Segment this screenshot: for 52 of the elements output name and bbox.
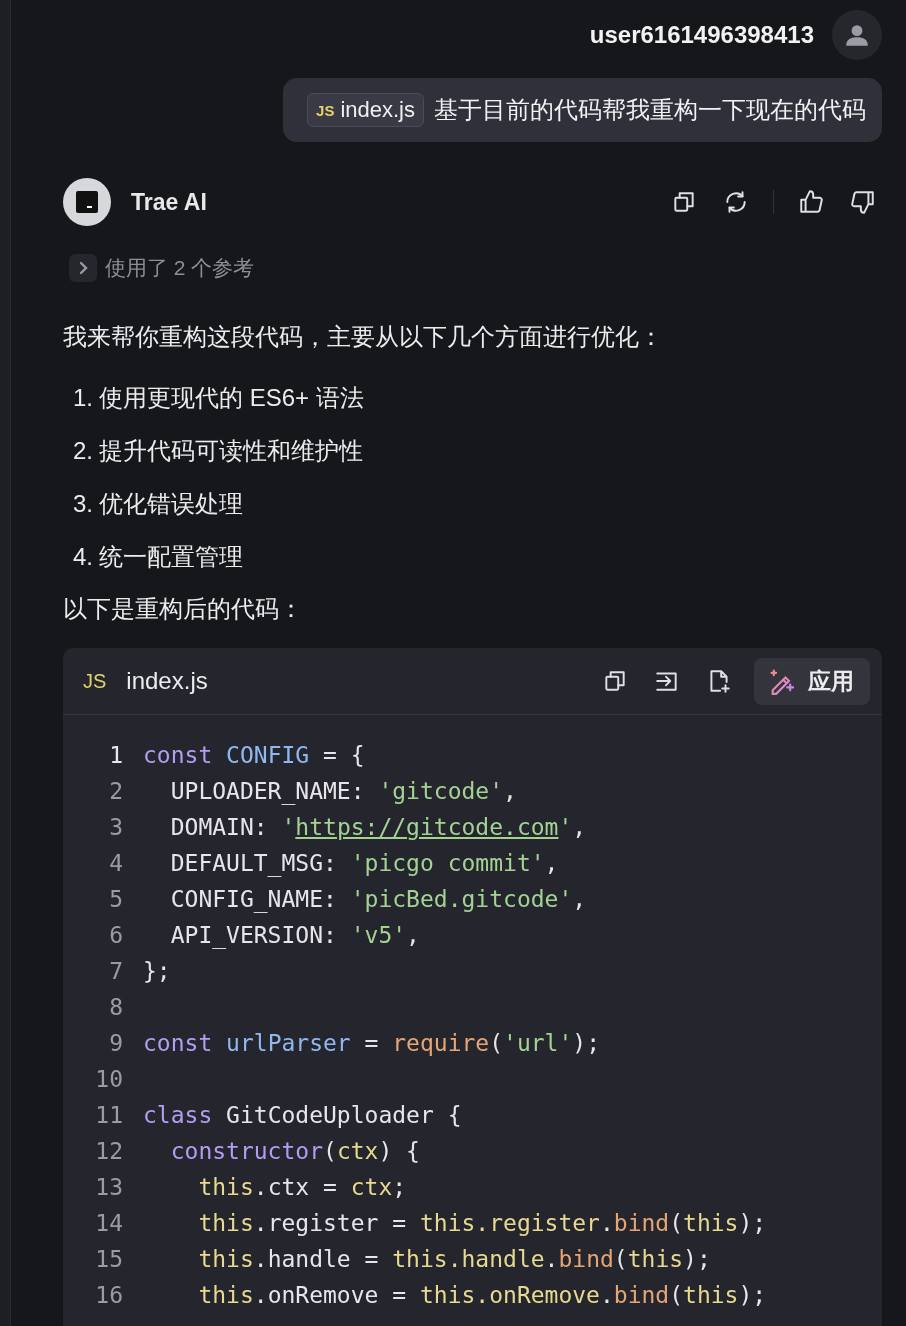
- line-number: 1: [108, 742, 123, 768]
- list-item: 2. 提升代码可读性和维护性: [73, 436, 364, 466]
- copy-icon: [602, 668, 628, 694]
- list-item: 1. 使用更现代的 ES6+ 语法: [73, 383, 365, 413]
- code-line: UPLOADER_NAME: 'gitcode',: [169, 778, 517, 804]
- line-number: 4: [108, 850, 123, 876]
- code-line: DEFAULT_MSG: 'picgo commit',: [169, 850, 559, 876]
- line-number: 16: [94, 1282, 123, 1308]
- code-line: DOMAIN: 'https://gitcode.com',: [169, 814, 587, 840]
- list-item: 3. 优化错误处理: [73, 489, 244, 519]
- intro-text: 我来帮你重构这段代码，主要从以下几个方面进行优化：: [63, 322, 664, 352]
- js-file-icon: JS: [83, 669, 107, 693]
- code-line: this.register = this.register.bind(this);: [197, 1210, 767, 1236]
- line-number: 6: [108, 922, 123, 948]
- code-line: this.ctx = ctx;: [197, 1174, 407, 1200]
- line-number: 14: [94, 1210, 123, 1236]
- code-line: };: [143, 958, 171, 984]
- line-number: 13: [94, 1174, 123, 1200]
- line-number: 10: [94, 1066, 123, 1092]
- thumbs-up-icon: [798, 189, 824, 215]
- thumbs-down-icon: [850, 189, 876, 215]
- magic-pen-icon: [768, 667, 796, 695]
- line-number: 8: [108, 994, 123, 1020]
- outro-text: 以下是重构后的代码：: [63, 594, 304, 624]
- assistant-name: Trae AI: [131, 188, 208, 216]
- user-message-text: 基于目前的代码帮我重构一下现在的代码: [434, 95, 866, 125]
- code-line: this.handle = this.handle.bind(this);: [197, 1246, 711, 1272]
- code-line: constructor(ctx) {: [169, 1138, 420, 1164]
- list-item: 4. 统一配置管理: [73, 542, 244, 572]
- code-line: class GitCodeUploader {: [143, 1102, 462, 1128]
- code-line: this.onRemove = this.onRemove.bind(this);: [197, 1282, 767, 1308]
- code-line: API_VERSION: 'v5',: [169, 922, 420, 948]
- line-number: 5: [108, 886, 123, 912]
- line-number: 11: [94, 1102, 123, 1128]
- code-line: const CONFIG = {: [143, 742, 365, 768]
- apply-button[interactable]: 应用: [754, 657, 870, 705]
- references-toggle[interactable]: 使用了 2 个参考: [63, 254, 255, 282]
- file-attachment-chip[interactable]: JS index.js: [307, 93, 424, 127]
- code-line: CONFIG_NAME: 'picBed.gitcode',: [169, 886, 587, 912]
- line-number: 12: [94, 1138, 123, 1164]
- line-number: 9: [108, 1030, 123, 1056]
- line-number: 2: [108, 778, 123, 804]
- terminal-logo-icon: [76, 191, 98, 213]
- line-number: 3: [108, 814, 123, 840]
- line-number: 15: [94, 1246, 123, 1272]
- refresh-icon: [723, 189, 749, 215]
- line-number: 7: [108, 958, 123, 984]
- code-file-name: index.js: [126, 667, 209, 695]
- code-line: const urlParser = require('url');: [143, 1030, 600, 1056]
- user-name: user6161496398413: [589, 21, 814, 49]
- copy-icon: [671, 189, 697, 215]
- person-icon: [844, 22, 870, 48]
